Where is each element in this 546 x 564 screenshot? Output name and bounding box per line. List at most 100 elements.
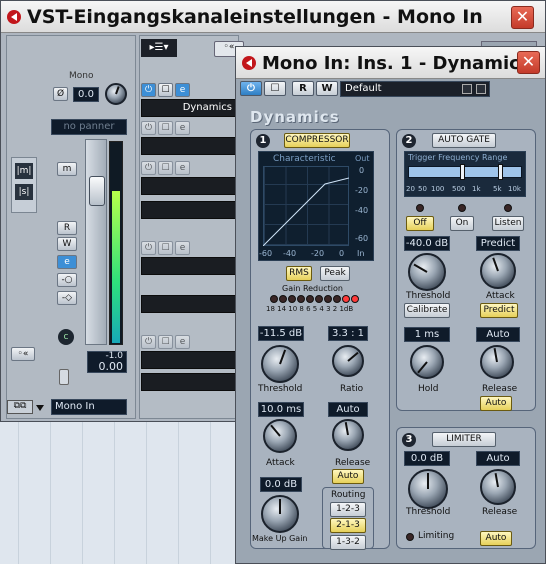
pan-knob[interactable]: [105, 83, 127, 105]
insert2-bypass-icon[interactable]: ☐: [158, 121, 173, 135]
trigger-range-handle-high[interactable]: [498, 164, 503, 180]
gate-on-button[interactable]: On: [450, 216, 474, 231]
insert-slot-3[interactable]: [141, 177, 237, 195]
scale-1k: 1k: [472, 185, 481, 193]
insert2-edit-icon[interactable]: e: [175, 121, 190, 135]
gate-attack-value[interactable]: Predict: [476, 236, 520, 251]
preset-save-icon[interactable]: [476, 84, 486, 94]
insert5-power-icon[interactable]: ⏻: [141, 335, 156, 349]
phase-button[interactable]: Ø: [53, 87, 68, 101]
autogate-number: 2: [402, 134, 416, 148]
channel-color-icon: c: [58, 329, 74, 345]
insert4-power-icon[interactable]: ⏻: [141, 241, 156, 255]
graph-x-tick-0: -60: [259, 249, 273, 258]
limiter-enable-button[interactable]: LIMITER: [432, 432, 496, 447]
attack-value[interactable]: 10.0 ms: [258, 402, 304, 417]
makeup-gain-knob[interactable]: [261, 495, 299, 533]
gate-hold-knob[interactable]: [410, 345, 444, 379]
solo-meter-icon[interactable]: |s|: [15, 184, 33, 200]
makeup-gain-value[interactable]: 0.0 dB: [260, 477, 302, 492]
insert-slot-1[interactable]: Dynamics: [141, 99, 237, 117]
channel-name-field[interactable]: Mono In: [51, 399, 127, 415]
calibrate-button[interactable]: Calibrate: [404, 303, 450, 318]
insert4-bypass-icon[interactable]: ☐: [158, 241, 173, 255]
peak-button[interactable]: Peak: [320, 266, 350, 281]
gate-off-button[interactable]: Off: [406, 216, 434, 231]
close-button[interactable]: ✕: [511, 6, 534, 29]
limiter-auto-button[interactable]: Auto: [480, 531, 512, 546]
routing-option-1[interactable]: 1-2-3: [330, 502, 366, 517]
compressor-enable-button[interactable]: COMPRESSOR: [284, 133, 350, 148]
gate-attack-knob[interactable]: [480, 253, 516, 289]
insert1-bypass-icon[interactable]: ☐: [158, 83, 173, 97]
ratio-knob[interactable]: [332, 345, 364, 377]
release-value[interactable]: Auto: [328, 402, 368, 417]
gate-release-knob[interactable]: [480, 345, 514, 379]
plugin-power-button[interactable]: ⏻: [240, 81, 262, 96]
channel-link-button[interactable]: ◦«: [11, 347, 35, 361]
attack-knob[interactable]: [263, 419, 297, 453]
insert3-power-icon[interactable]: ⏻: [141, 161, 156, 175]
release-knob[interactable]: [332, 419, 364, 451]
insert3-bypass-icon[interactable]: ☐: [158, 161, 173, 175]
scale-50: 50: [418, 185, 427, 193]
write-button[interactable]: W: [57, 237, 77, 251]
preset-dropdown-icon[interactable]: [462, 84, 472, 94]
send-bypass-icon[interactable]: -◇: [57, 291, 77, 305]
plugin-write-button[interactable]: W: [316, 81, 338, 96]
graph-x-tick-2: -20: [311, 249, 325, 258]
gr-led-9: [342, 295, 350, 303]
insert3-edit-icon[interactable]: e: [175, 161, 190, 175]
channel-dropdown-icon[interactable]: [36, 405, 44, 411]
trigger-range-bar[interactable]: [408, 166, 522, 178]
insert5-edit-icon[interactable]: e: [175, 335, 190, 349]
threshold-value[interactable]: -11.5 dB: [258, 326, 304, 341]
autogate-enable-button[interactable]: AUTO GATE: [432, 133, 496, 148]
pan-value[interactable]: 0.0: [73, 87, 99, 102]
limiter-release-knob[interactable]: [480, 469, 516, 505]
plugin-close-button[interactable]: ✕: [517, 51, 540, 74]
insert-slot-2[interactable]: [141, 137, 237, 155]
insert-slot-4b[interactable]: [141, 295, 237, 313]
insert-slot-3b[interactable]: [141, 201, 237, 219]
insert-slot-5[interactable]: [141, 351, 237, 369]
threshold-knob[interactable]: [261, 345, 299, 383]
release-auto-button[interactable]: Auto: [332, 469, 364, 484]
off-led: [416, 204, 424, 212]
gate-predict-button[interactable]: Predict: [480, 303, 518, 318]
insert4-edit-icon[interactable]: e: [175, 241, 190, 255]
insert1-power-icon[interactable]: ⏻: [141, 83, 156, 97]
read-button[interactable]: R: [57, 221, 77, 235]
insert-bypass-icon[interactable]: -○: [57, 273, 77, 287]
inserts-menu-button[interactable]: ▸☰▾: [141, 39, 177, 57]
gate-hold-value[interactable]: 1 ms: [404, 327, 450, 342]
plugin-bypass-button[interactable]: ☐: [264, 81, 286, 96]
arrange-grid: [18, 420, 248, 564]
gate-threshold-value[interactable]: -40.0 dB: [404, 236, 450, 251]
rms-button[interactable]: RMS: [286, 266, 312, 281]
insert-slot-6[interactable]: [141, 373, 237, 391]
gate-release-auto-button[interactable]: Auto: [480, 396, 512, 411]
meter-mode-buttons[interactable]: |m| |s|: [11, 157, 37, 213]
edit-button[interactable]: e: [57, 255, 77, 269]
insert2-power-icon[interactable]: ⏻: [141, 121, 156, 135]
fader-handle[interactable]: [89, 176, 105, 206]
gate-listen-button[interactable]: Listen: [492, 216, 524, 231]
channel-name-icon-a[interactable]: ⧉⧉: [7, 400, 33, 414]
insert-slot-4[interactable]: [141, 257, 237, 275]
trigger-range-handle-low[interactable]: [460, 164, 465, 180]
insert5-bypass-icon[interactable]: ☐: [158, 335, 173, 349]
fader-track[interactable]: [85, 139, 107, 345]
gate-threshold-knob[interactable]: [408, 253, 446, 291]
ratio-value[interactable]: 3.3 : 1: [328, 326, 368, 341]
limiter-threshold-knob[interactable]: [408, 469, 448, 509]
limiter-threshold-value[interactable]: 0.0 dB: [404, 451, 450, 466]
insert-meter-icon[interactable]: |m|: [15, 163, 33, 179]
insert1-edit-icon[interactable]: e: [175, 83, 190, 97]
routing-option-2[interactable]: 2-1-3: [330, 518, 366, 533]
plugin-read-button[interactable]: R: [292, 81, 314, 96]
gate-release-value[interactable]: Auto: [476, 327, 520, 342]
mute-button[interactable]: m: [57, 162, 77, 176]
limiter-release-value[interactable]: Auto: [476, 451, 520, 466]
routing-option-3[interactable]: 1-3-2: [330, 535, 366, 550]
